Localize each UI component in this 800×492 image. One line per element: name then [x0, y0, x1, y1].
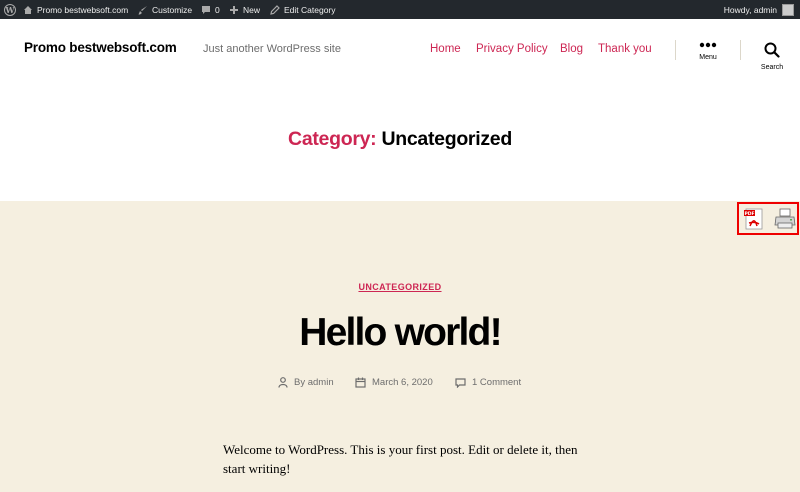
- pencil-icon: [270, 4, 280, 15]
- admin-bar-comments[interactable]: 0: [201, 0, 220, 19]
- header-divider: [740, 40, 741, 60]
- admin-bar-new-label: New: [243, 4, 261, 15]
- search-toggle-label: Search: [760, 64, 784, 71]
- post-title[interactable]: Hello world!: [0, 311, 800, 355]
- post-author-label: By admin: [294, 377, 334, 388]
- admin-bar-edit-category[interactable]: Edit Category: [270, 0, 336, 19]
- home-icon: [24, 5, 32, 14]
- avatar: [782, 3, 794, 16]
- pdf-print-buttons: PDF: [737, 202, 799, 235]
- comment-icon: [455, 377, 466, 388]
- printer-icon: [774, 208, 796, 229]
- admin-bar-edit-category-label: Edit Category: [284, 4, 336, 15]
- search-icon: [764, 42, 780, 58]
- header-divider: [675, 40, 676, 60]
- wordpress-logo-icon[interactable]: W: [4, 0, 16, 19]
- admin-bar-comments-count: 0: [215, 4, 220, 15]
- post-author[interactable]: By admin: [278, 377, 334, 388]
- post-excerpt: Welcome to WordPress. This is your first…: [223, 442, 578, 476]
- admin-bar-new[interactable]: New: [229, 0, 260, 19]
- admin-bar-site-name: Promo bestwebsoft.com: [37, 4, 129, 15]
- admin-bar-account[interactable]: Howdy, admin: [724, 0, 794, 19]
- comment-bubble-icon: [202, 5, 210, 14]
- admin-bar-customize-label: Customize: [152, 4, 193, 15]
- site-title[interactable]: Promo bestwebsoft.com: [24, 40, 177, 55]
- user-icon: [278, 377, 288, 388]
- search-toggle-button[interactable]: Search: [752, 42, 792, 71]
- archive-title: Category: Uncategorized: [0, 128, 800, 151]
- post-comments-label: 1 Comment: [472, 377, 522, 388]
- post-date-label: March 6, 2020: [372, 377, 433, 388]
- svg-text:PDF: PDF: [744, 211, 754, 217]
- pdf-icon: PDF: [744, 208, 763, 230]
- post-category: UNCATEGORIZED: [0, 282, 800, 292]
- admin-bar-site-link[interactable]: Promo bestwebsoft.com: [23, 0, 128, 19]
- admin-bar-howdy: Howdy, admin: [723, 4, 777, 15]
- calendar-icon: [355, 377, 366, 388]
- archive-title-prefix: Category:: [288, 128, 377, 150]
- plus-icon: [230, 5, 238, 14]
- more-dots-icon: [699, 42, 717, 48]
- brush-icon: [138, 5, 147, 14]
- nav-item-thank-you[interactable]: Thank you: [598, 43, 652, 55]
- post-comments[interactable]: 1 Comment: [455, 377, 521, 388]
- admin-bar: W Promo bestwebsoft.com Customize 0 New …: [0, 0, 800, 19]
- post-category-link[interactable]: UNCATEGORIZED: [358, 282, 441, 292]
- nav-item-privacy-policy[interactable]: Privacy Policy: [476, 43, 548, 55]
- post-date[interactable]: March 6, 2020: [355, 377, 433, 388]
- nav-item-home[interactable]: Home: [430, 43, 461, 55]
- site-tagline: Just another WordPress site: [203, 43, 341, 55]
- admin-bar-customize[interactable]: Customize: [138, 0, 192, 19]
- archive-title-name: Uncategorized: [381, 128, 512, 150]
- nav-item-blog[interactable]: Blog: [560, 43, 583, 55]
- menu-toggle-label: Menu: [699, 54, 717, 61]
- pdf-button[interactable]: PDF: [743, 207, 765, 231]
- print-button[interactable]: [773, 207, 797, 231]
- svg-text:W: W: [5, 5, 16, 15]
- menu-toggle-button[interactable]: Menu: [688, 42, 728, 61]
